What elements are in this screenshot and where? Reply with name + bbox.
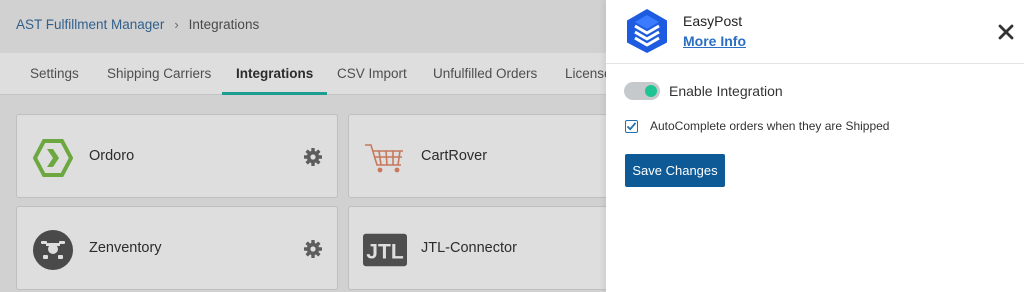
easypost-logo-icon: [624, 8, 670, 54]
integration-side-panel: EasyPost More Info Enable Integration Au…: [606, 0, 1024, 292]
checkbox-label: AutoComplete orders when they are Shippe…: [650, 119, 890, 133]
autocomplete-row: AutoComplete orders when they are Shippe…: [625, 119, 889, 133]
toggle-label: Enable Integration: [669, 83, 783, 99]
panel-title: EasyPost: [683, 13, 743, 29]
panel-header: EasyPost More Info: [606, 0, 1024, 64]
more-info-link[interactable]: More Info: [683, 33, 746, 49]
checkmark-icon: [626, 121, 637, 131]
enable-integration-row: Enable Integration: [624, 82, 783, 100]
enable-integration-toggle[interactable]: [624, 82, 660, 100]
toggle-knob: [645, 85, 657, 97]
autocomplete-checkbox[interactable]: [625, 119, 638, 133]
close-icon[interactable]: [996, 22, 1016, 42]
save-changes-button[interactable]: Save Changes: [625, 154, 725, 187]
